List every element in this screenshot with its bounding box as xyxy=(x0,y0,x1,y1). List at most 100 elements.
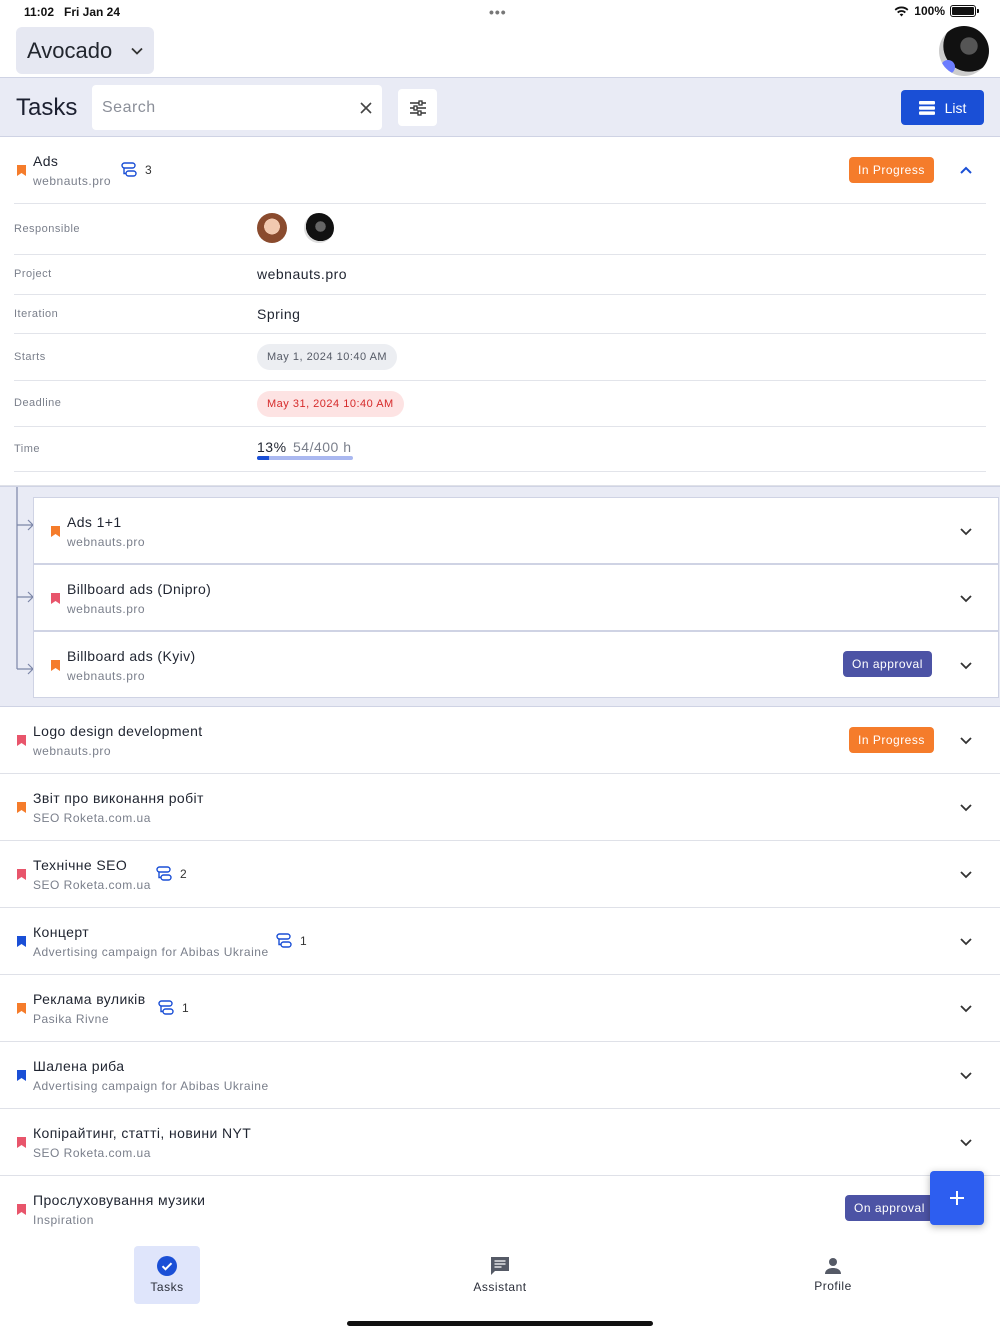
nav-assistant-label: Assistant xyxy=(473,1280,527,1294)
subtask-row[interactable]: Ads 1+1 webnauts.pro xyxy=(33,497,999,564)
starts-date[interactable]: May 1, 2024 10:40 AM xyxy=(257,344,398,370)
user-avatar[interactable] xyxy=(939,26,989,76)
subtasks-icon xyxy=(156,866,172,881)
task-title: Прослуховування музики xyxy=(33,1192,206,1208)
task-title: Шалена риба xyxy=(33,1058,125,1074)
add-task-button[interactable] xyxy=(930,1171,984,1225)
filter-button[interactable] xyxy=(398,89,437,126)
divider xyxy=(14,203,986,204)
subtask-project: webnauts.pro xyxy=(67,669,146,683)
divider xyxy=(14,254,986,255)
iteration-label: Iteration xyxy=(14,308,59,320)
chevron-down-icon[interactable] xyxy=(959,733,973,747)
subtask-count: 1 xyxy=(276,933,307,948)
nav-tasks[interactable]: Tasks xyxy=(134,1246,200,1304)
chevron-down-icon[interactable] xyxy=(959,524,973,538)
chevron-down-icon[interactable] xyxy=(959,1001,973,1015)
bookmark-icon xyxy=(17,1070,26,1081)
task-row[interactable]: Реклама вуликів Pasika Rivne 1 xyxy=(0,975,1000,1042)
task-row[interactable]: Копірайтинг, статті, новини NYT SEO Roke… xyxy=(0,1109,1000,1176)
task-row[interactable]: Технічне SEO SEO Roketa.com.ua 2 xyxy=(0,841,1000,908)
chevron-down-icon[interactable] xyxy=(959,1068,973,1082)
workspace-selector[interactable]: Avocado xyxy=(16,27,154,74)
multitasking-dots-icon[interactable]: ••• xyxy=(489,4,507,20)
iteration-value: Spring xyxy=(257,306,301,322)
task-row[interactable]: Концерт Advertising campaign for Abibas … xyxy=(0,908,1000,975)
divider xyxy=(14,471,986,472)
status-bar: 11:02 Fri Jan 24 ••• 100% xyxy=(0,0,1000,24)
subtasks-icon xyxy=(121,162,137,177)
status-badge: In Progress xyxy=(849,727,934,753)
chevron-up-icon[interactable] xyxy=(959,163,973,177)
workspace-name: Avocado xyxy=(27,37,113,63)
task-row[interactable]: Шалена риба Advertising campaign for Abi… xyxy=(0,1042,1000,1109)
bookmark-icon xyxy=(51,526,60,537)
task-project: webnauts.pro xyxy=(33,744,112,758)
task-project: SEO Roketa.com.ua xyxy=(33,811,151,825)
page-title: Tasks xyxy=(16,94,78,121)
subtask-title: Billboard ads (Kyiv) xyxy=(67,648,196,664)
task-project: Advertising campaign for Abibas Ukraine xyxy=(33,945,269,959)
nav-tasks-label: Tasks xyxy=(150,1280,184,1294)
person-icon xyxy=(825,1258,841,1274)
task-project: SEO Roketa.com.ua xyxy=(33,1146,151,1160)
bookmark-icon xyxy=(51,593,60,604)
clear-search-icon[interactable] xyxy=(360,101,372,114)
view-toggle-label: List xyxy=(944,99,967,116)
task-title: Реклама вуликів xyxy=(33,991,146,1007)
play-icon xyxy=(941,60,955,74)
starts-label: Starts xyxy=(14,351,46,363)
status-date: Fri Jan 24 xyxy=(64,5,121,19)
chevron-down-icon[interactable] xyxy=(959,1135,973,1149)
bookmark-icon xyxy=(17,936,26,947)
subtask-row[interactable]: Billboard ads (Kyiv) webnauts.pro On app… xyxy=(33,631,999,698)
task-title: Звіт про виконання робіт xyxy=(33,790,204,806)
responsible-label: Responsible xyxy=(14,223,81,235)
deadline-date[interactable]: May 31, 2024 10:40 AM xyxy=(257,391,404,417)
subtask-title: Billboard ads (Dnipro) xyxy=(67,581,212,597)
home-indicator xyxy=(347,1321,653,1326)
task-row[interactable]: Прослуховування музики Inspiration On ap… xyxy=(0,1176,1000,1243)
bookmark-icon xyxy=(17,735,26,746)
bookmark-icon xyxy=(17,1003,26,1014)
time-progress-fill xyxy=(257,456,270,460)
sliders-icon xyxy=(409,99,426,116)
responsible-avatar[interactable] xyxy=(257,213,287,243)
wifi-icon xyxy=(894,6,909,17)
chevron-down-icon[interactable] xyxy=(959,934,973,948)
task-project: Inspiration xyxy=(33,1213,94,1227)
chevron-down-icon[interactable] xyxy=(959,867,973,881)
view-toggle-button[interactable]: List xyxy=(901,90,984,125)
divider xyxy=(14,333,986,334)
check-circle-icon xyxy=(157,1256,177,1276)
task-project: webnauts.pro xyxy=(33,174,112,188)
nav-profile[interactable]: Profile xyxy=(800,1246,866,1304)
deadline-label: Deadline xyxy=(14,397,62,409)
task-row[interactable]: Logo design development webnauts.pro In … xyxy=(0,707,1000,774)
status-badge: On approval xyxy=(843,651,932,677)
task-row-expanded[interactable]: Ads webnauts.pro 3 In Progress Responsib… xyxy=(0,137,1000,486)
battery-percent: 100% xyxy=(914,4,945,18)
chevron-down-icon[interactable] xyxy=(959,800,973,814)
task-project: Advertising campaign for Abibas Ukraine xyxy=(33,1079,269,1093)
chevron-down-icon xyxy=(131,47,143,55)
status-time: 11:02 xyxy=(24,5,55,19)
subtask-project: webnauts.pro xyxy=(67,535,146,549)
responsible-avatar[interactable] xyxy=(304,213,334,243)
task-project: SEO Roketa.com.ua xyxy=(33,878,151,892)
battery-icon xyxy=(950,5,979,17)
task-title: Копірайтинг, статті, новини NYT xyxy=(33,1125,252,1141)
bookmark-icon xyxy=(17,802,26,813)
subtask-row[interactable]: Billboard ads (Dnipro) webnauts.pro xyxy=(33,564,999,631)
chevron-down-icon[interactable] xyxy=(959,591,973,605)
task-title: Технічне SEO xyxy=(33,857,128,873)
task-row[interactable]: Звіт про виконання робіт SEO Roketa.com.… xyxy=(0,774,1000,841)
bookmark-icon xyxy=(17,1137,26,1148)
chevron-down-icon[interactable] xyxy=(959,658,973,672)
time-value: 54/400 h xyxy=(293,439,352,455)
status-badge: In Progress xyxy=(849,157,934,183)
nav-assistant[interactable]: Assistant xyxy=(467,1246,533,1304)
list-icon xyxy=(918,100,935,115)
time-progress-bar xyxy=(257,456,353,460)
search-input[interactable]: Search xyxy=(92,85,382,130)
